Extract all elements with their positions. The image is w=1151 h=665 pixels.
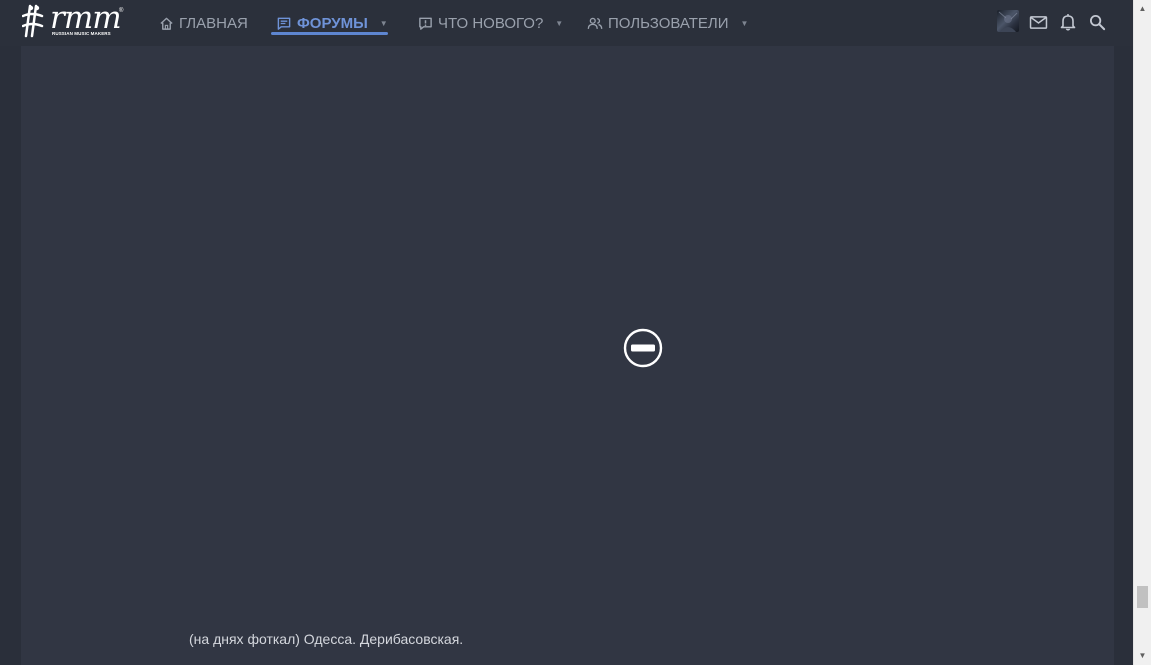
mail-icon[interactable] bbox=[1028, 12, 1048, 32]
home-icon bbox=[158, 15, 174, 31]
users-icon bbox=[587, 15, 603, 31]
logo-mark-icon bbox=[22, 4, 44, 38]
post-content-panel bbox=[21, 46, 1114, 665]
nav-item-forums[interactable]: ФОРУМЫ ▼ bbox=[276, 0, 388, 46]
scroll-up-icon[interactable]: ▲ bbox=[1134, 0, 1151, 17]
nav-item-users[interactable]: ПОЛЬЗОВАТЕЛИ ▼ bbox=[587, 0, 748, 46]
user-avatar[interactable] bbox=[997, 10, 1019, 32]
nav-item-label: ПОЛЬЗОВАТЕЛИ bbox=[608, 14, 729, 32]
nav-item-label: ГЛАВНАЯ bbox=[179, 14, 248, 32]
nav-item-home[interactable]: ГЛАВНАЯ bbox=[158, 0, 248, 46]
post-caption: (на днях фоткал) Одесса. Дерибасовская. bbox=[189, 631, 464, 647]
page: rmm ® RUSSIAN MUSIC MAKERS ГЛАВНАЯ ФОРУМ… bbox=[0, 0, 1151, 665]
search-icon[interactable] bbox=[1087, 12, 1107, 32]
nav-item-label: ФОРУМЫ bbox=[297, 14, 368, 32]
whats-new-icon bbox=[417, 15, 433, 31]
chevron-down-icon[interactable]: ▼ bbox=[555, 19, 563, 28]
blocked-icon bbox=[623, 328, 663, 368]
nav-item-label: ЧТО НОВОГО? bbox=[438, 14, 544, 32]
logo-subtitle: RUSSIAN MUSIC MAKERS bbox=[52, 31, 111, 36]
bell-icon[interactable] bbox=[1058, 12, 1078, 32]
nav-item-whats-new[interactable]: ЧТО НОВОГО? ▼ bbox=[417, 0, 563, 46]
scroll-down-icon[interactable]: ▼ bbox=[1134, 647, 1151, 664]
chevron-down-icon[interactable]: ▼ bbox=[741, 19, 749, 28]
top-navigation-bar: rmm ® RUSSIAN MUSIC MAKERS ГЛАВНАЯ ФОРУМ… bbox=[0, 0, 1133, 46]
site-logo[interactable]: rmm ® RUSSIAN MUSIC MAKERS bbox=[22, 0, 126, 38]
forum-icon bbox=[276, 15, 292, 31]
scrollbar-thumb[interactable] bbox=[1137, 586, 1148, 608]
active-nav-indicator bbox=[271, 32, 388, 35]
chevron-down-icon[interactable]: ▼ bbox=[380, 19, 388, 28]
logo-registered-mark: ® bbox=[119, 8, 124, 14]
vertical-scrollbar[interactable]: ▲ ▼ bbox=[1133, 0, 1151, 665]
